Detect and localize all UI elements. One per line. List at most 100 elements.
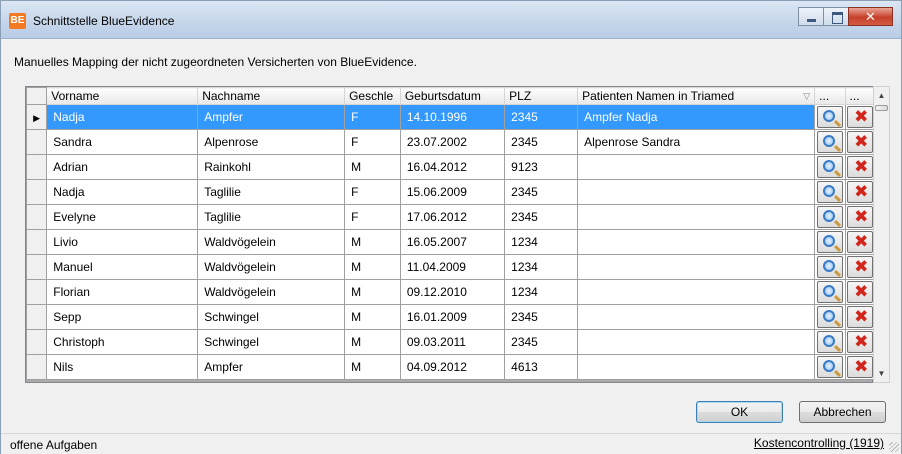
table-row[interactable]: Nils Ampfer M 04.09.2012 4613 ✖ [25, 354, 877, 380]
cell-plz[interactable]: 9123 [504, 154, 579, 180]
search-patient-button[interactable] [816, 331, 843, 353]
cell-geburtsdatum[interactable]: 17.06.2012 [399, 204, 506, 230]
cell-vorname[interactable]: Livio [46, 229, 199, 255]
cell-nachname[interactable]: Ampfer [197, 104, 346, 130]
table-row[interactable]: Christoph Schwingel M 09.03.2011 2345 ✖ [25, 329, 877, 355]
row-header[interactable] [25, 179, 48, 205]
cell-geburtsdatum[interactable]: 04.09.2012 [399, 354, 506, 380]
cell-geschlecht[interactable]: M [344, 154, 401, 180]
cell-vorname[interactable]: Nadja [46, 104, 199, 130]
delete-mapping-button[interactable]: ✖ [847, 281, 874, 303]
table-row[interactable]: Florian Waldvögelein M 09.12.2010 1234 ✖ [25, 279, 877, 305]
cell-plz[interactable]: 2345 [504, 179, 579, 205]
cell-geburtsdatum[interactable]: 16.01.2009 [399, 304, 506, 330]
cell-geburtsdatum[interactable]: 14.10.1996 [399, 104, 506, 130]
cell-patient[interactable] [577, 329, 816, 355]
search-patient-button[interactable] [816, 156, 843, 178]
cell-geschlecht[interactable]: M [344, 354, 401, 380]
cell-nachname[interactable]: Ampfer [197, 354, 346, 380]
table-row[interactable]: Livio Waldvögelein M 16.05.2007 1234 ✖ [25, 229, 877, 255]
cell-vorname[interactable]: Evelyne [46, 204, 199, 230]
cell-geburtsdatum[interactable]: 15.06.2009 [399, 179, 506, 205]
cell-plz[interactable]: 1234 [504, 229, 579, 255]
search-patient-button[interactable] [816, 131, 843, 153]
cell-patient[interactable] [577, 254, 816, 280]
cell-geschlecht[interactable]: F [344, 129, 401, 155]
cell-plz[interactable]: 2345 [504, 304, 579, 330]
cell-patient[interactable] [577, 154, 816, 180]
maximize-button[interactable] [823, 7, 849, 26]
ok-button[interactable]: OK [696, 401, 783, 423]
delete-mapping-button[interactable]: ✖ [847, 331, 874, 353]
delete-mapping-button[interactable]: ✖ [847, 156, 874, 178]
delete-mapping-button[interactable]: ✖ [847, 306, 874, 328]
column-header-geschlecht[interactable]: Geschle [344, 87, 401, 105]
cell-patient[interactable]: Alpenrose Sandra [577, 129, 816, 155]
cell-vorname[interactable]: Sandra [46, 129, 199, 155]
cell-geburtsdatum[interactable]: 09.03.2011 [399, 329, 506, 355]
cell-nachname[interactable]: Schwingel [197, 304, 346, 330]
row-header[interactable] [25, 329, 48, 355]
cell-geschlecht[interactable]: M [344, 329, 401, 355]
cell-vorname[interactable]: Christoph [46, 329, 199, 355]
cell-plz[interactable]: 2345 [504, 204, 579, 230]
cell-plz[interactable]: 1234 [504, 279, 579, 305]
filter-icon[interactable]: ▽ [803, 91, 810, 102]
table-row[interactable]: Adrian Rainkohl M 16.04.2012 9123 ✖ [25, 154, 877, 180]
scroll-up-arrow-icon[interactable]: ▲ [874, 87, 889, 104]
cell-geburtsdatum[interactable]: 16.04.2012 [399, 154, 506, 180]
cell-geburtsdatum[interactable]: 09.12.2010 [399, 279, 506, 305]
cell-nachname[interactable]: Waldvögelein [197, 279, 346, 305]
cell-geburtsdatum[interactable]: 23.07.2002 [399, 129, 506, 155]
row-header[interactable]: ▶ [25, 104, 48, 130]
delete-mapping-button[interactable]: ✖ [847, 206, 874, 228]
cell-patient[interactable] [577, 204, 816, 230]
cell-vorname[interactable]: Nils [46, 354, 199, 380]
cell-patient[interactable] [577, 279, 816, 305]
cell-geschlecht[interactable]: F [344, 179, 401, 205]
vertical-scrollbar[interactable]: ▲ ▼ [873, 86, 890, 383]
table-row[interactable]: Nadja Taglilie F 15.06.2009 2345 ✖ [25, 179, 877, 205]
delete-mapping-button[interactable]: ✖ [847, 106, 874, 128]
cell-plz[interactable]: 2345 [504, 329, 579, 355]
cell-geschlecht[interactable]: M [344, 304, 401, 330]
cell-plz[interactable]: 4613 [504, 354, 579, 380]
search-patient-button[interactable] [816, 281, 843, 303]
cell-nachname[interactable]: Alpenrose [197, 129, 346, 155]
cell-vorname[interactable]: Adrian [46, 154, 199, 180]
column-header-plz[interactable]: PLZ [504, 87, 579, 105]
cell-nachname[interactable]: Schwingel [197, 329, 346, 355]
cell-geschlecht[interactable]: F [344, 204, 401, 230]
cell-patient[interactable] [577, 304, 816, 330]
title-bar[interactable]: BE Schnittstelle BlueEvidence ✕ [1, 1, 901, 39]
table-row[interactable]: Sepp Schwingel M 16.01.2009 2345 ✖ [25, 304, 877, 330]
row-header[interactable] [25, 279, 48, 305]
row-header[interactable] [25, 354, 48, 380]
row-header[interactable] [25, 254, 48, 280]
cell-nachname[interactable]: Waldvögelein [197, 254, 346, 280]
cell-vorname[interactable]: Florian [46, 279, 199, 305]
search-patient-button[interactable] [816, 181, 843, 203]
delete-mapping-button[interactable]: ✖ [847, 256, 874, 278]
row-header[interactable] [25, 304, 48, 330]
row-header[interactable] [25, 229, 48, 255]
minimize-button[interactable] [798, 7, 824, 26]
cell-vorname[interactable]: Manuel [46, 254, 199, 280]
delete-mapping-button[interactable]: ✖ [847, 231, 874, 253]
cell-geschlecht[interactable]: F [344, 104, 401, 130]
cell-patient[interactable] [577, 229, 816, 255]
delete-mapping-button[interactable]: ✖ [847, 356, 874, 378]
search-patient-button[interactable] [816, 306, 843, 328]
cell-nachname[interactable]: Taglilie [197, 179, 346, 205]
cell-plz[interactable]: 2345 [504, 104, 579, 130]
cancel-button[interactable]: Abbrechen [799, 401, 886, 423]
table-row[interactable]: ▶ Nadja Ampfer F 14.10.1996 2345 Ampfer Nadja ✖ [25, 104, 877, 130]
cell-vorname[interactable]: Sepp [46, 304, 199, 330]
scroll-down-arrow-icon[interactable]: ▼ [874, 365, 889, 382]
row-header[interactable] [25, 204, 48, 230]
table-row[interactable]: Evelyne Taglilie F 17.06.2012 2345 ✖ [25, 204, 877, 230]
search-patient-button[interactable] [816, 256, 843, 278]
cell-nachname[interactable]: Rainkohl [197, 154, 346, 180]
delete-mapping-button[interactable]: ✖ [847, 131, 874, 153]
resize-grip-icon[interactable] [889, 442, 899, 452]
